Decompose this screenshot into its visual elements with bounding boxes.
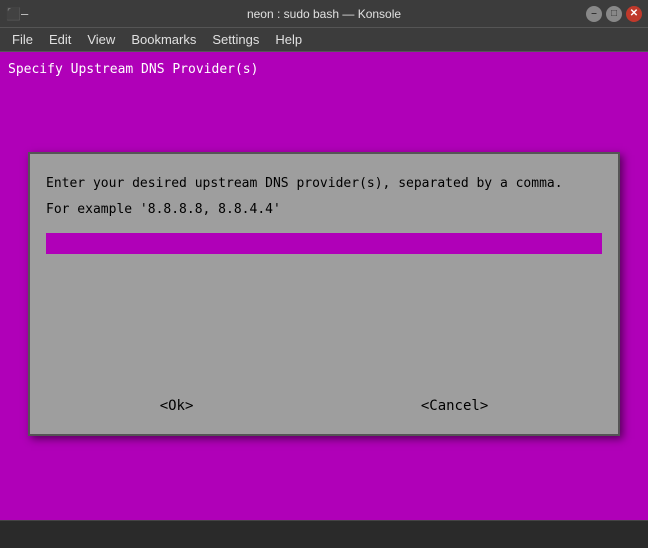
cancel-button[interactable]: <Cancel> xyxy=(405,394,504,418)
terminal-area: Specify Upstream DNS Provider(s) Enter y… xyxy=(0,52,648,520)
input-wrapper[interactable] xyxy=(46,233,602,254)
minimize-button[interactable]: – xyxy=(586,6,602,22)
terminal-header: Specify Upstream DNS Provider(s) xyxy=(4,60,644,79)
menu-view[interactable]: View xyxy=(79,30,123,49)
menu-edit[interactable]: Edit xyxy=(41,30,79,49)
bottombar xyxy=(0,520,648,548)
titlebar: ⬛– neon : sudo bash — Konsole – □ ✕ xyxy=(0,0,648,28)
menu-bookmarks[interactable]: Bookmarks xyxy=(123,30,204,49)
titlebar-left: ⬛– xyxy=(6,7,28,21)
menu-file[interactable]: File xyxy=(4,30,41,49)
konsole-window: ⬛– neon : sudo bash — Konsole – □ ✕ File… xyxy=(0,0,648,548)
ok-button[interactable]: <Ok> xyxy=(144,394,210,418)
close-button[interactable]: ✕ xyxy=(626,6,642,22)
dialog-text-line1: Enter your desired upstream DNS provider… xyxy=(46,174,602,194)
menu-settings[interactable]: Settings xyxy=(204,30,267,49)
dialog-text-line2: For example '8.8.8.8, 8.8.4.4' xyxy=(46,202,602,217)
dialog-box: Enter your desired upstream DNS provider… xyxy=(28,152,620,436)
menubar: File Edit View Bookmarks Settings Help xyxy=(0,28,648,52)
dns-input[interactable] xyxy=(50,236,598,251)
titlebar-buttons: – □ ✕ xyxy=(586,6,642,22)
dialog-buttons: <Ok> <Cancel> xyxy=(46,394,602,418)
menu-help[interactable]: Help xyxy=(267,30,310,49)
window-title: neon : sudo bash — Konsole xyxy=(247,7,401,21)
app-icon: ⬛– xyxy=(6,7,28,21)
maximize-button[interactable]: □ xyxy=(606,6,622,22)
